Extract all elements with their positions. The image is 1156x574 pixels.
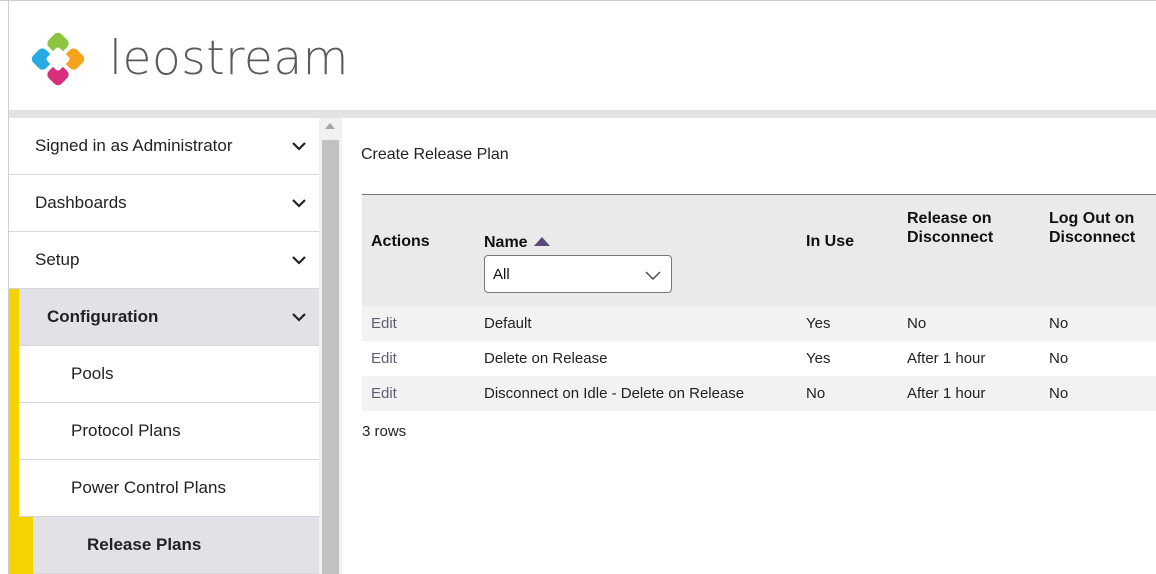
table-row: Edit Delete on Release Yes After 1 hour … [362, 341, 1156, 376]
sidebar-item-release-plans[interactable]: Release Plans [9, 517, 319, 574]
sidebar-item-dashboards[interactable]: Dashboards [9, 175, 319, 232]
cell-name: Default [484, 315, 532, 332]
cell-log-out-on-disconnect: No [1049, 350, 1069, 367]
brand-name: leostream [109, 31, 349, 86]
release-plans-table: Actions Name All In Use Release on Disco… [362, 194, 1156, 440]
chevron-down-icon [292, 199, 306, 208]
table-row: Edit Disconnect on Idle - Delete on Rele… [362, 376, 1156, 411]
sidebar-item-label: Dashboards [35, 193, 127, 212]
cell-release-on-disconnect: After 1 hour [907, 385, 986, 402]
edit-link[interactable]: Edit [371, 315, 397, 332]
sort-ascending-icon[interactable] [533, 237, 550, 246]
sidebar-item-label: Setup [35, 250, 80, 269]
edit-link[interactable]: Edit [371, 350, 397, 367]
table-row: Edit Default Yes No No [362, 306, 1156, 341]
column-header-name-label: Name [484, 234, 528, 251]
active-indicator [9, 289, 19, 346]
cell-in-use: No [806, 385, 826, 402]
sidebar-item-pools[interactable]: Pools [9, 346, 319, 403]
sidebar-scrollbar-thumb[interactable] [322, 140, 339, 574]
cell-in-use: Yes [806, 315, 831, 332]
table-header: Actions Name All In Use Release on Disco… [362, 194, 1156, 306]
header-line: Log Out on [1049, 210, 1135, 227]
header-line: Release on [907, 210, 992, 227]
cell-log-out-on-disconnect: No [1049, 315, 1069, 332]
main-content: Create Release Plan Actions Name All In … [342, 118, 1156, 574]
chevron-down-icon [292, 256, 306, 265]
name-filter-select[interactable]: All [484, 255, 672, 293]
header-line: Disconnect [1049, 229, 1136, 246]
column-header-log-out-on-disconnect: Log Out on Disconnect [1049, 209, 1135, 247]
active-indicator [9, 517, 33, 574]
cell-name: Delete on Release [484, 350, 608, 367]
cell-name: Disconnect on Idle - Delete on Release [484, 385, 745, 402]
sidebar-item-label: Configuration [47, 307, 159, 326]
section-indicator [9, 403, 19, 460]
sidebar-item-protocol-plans[interactable]: Protocol Plans [9, 403, 319, 460]
cell-log-out-on-disconnect: No [1049, 385, 1069, 402]
chevron-down-icon [645, 271, 661, 280]
column-header-release-on-disconnect: Release on Disconnect [907, 209, 993, 247]
row-count: 3 rows [362, 423, 407, 440]
sidebar-item-configuration[interactable]: Configuration [9, 289, 319, 346]
sidebar-item-label: Signed in as Administrator [35, 136, 233, 155]
edit-link[interactable]: Edit [371, 385, 397, 402]
app-header: leostream [9, 1, 1156, 110]
cell-release-on-disconnect: No [907, 315, 927, 332]
chevron-down-icon [292, 313, 306, 322]
name-filter-value: All [493, 266, 510, 283]
section-indicator [9, 460, 19, 517]
column-header-name[interactable]: Name [484, 233, 550, 252]
sidebar-item-label: Pools [71, 364, 114, 383]
sidebar-item-setup[interactable]: Setup [9, 232, 319, 289]
cell-release-on-disconnect: After 1 hour [907, 350, 986, 367]
header-line: Disconnect [907, 229, 994, 246]
header-divider [9, 110, 1156, 118]
column-header-actions: Actions [371, 233, 430, 250]
create-release-plan-link[interactable]: Create Release Plan [361, 146, 509, 164]
sidebar-item-label: Power Control Plans [71, 478, 226, 497]
chevron-down-icon [292, 142, 306, 151]
sidebar-item-power-control-plans[interactable]: Power Control Plans [9, 460, 319, 517]
column-header-in-use: In Use [806, 233, 855, 250]
sidebar-item-label: Release Plans [87, 535, 202, 554]
sidebar-nav: Signed in as Administrator Dashboards Se… [9, 118, 319, 574]
sidebar-item-label: Protocol Plans [71, 421, 181, 440]
section-indicator [9, 346, 19, 403]
sidebar-item-signed-in[interactable]: Signed in as Administrator [9, 118, 319, 175]
scroll-up-arrow-icon[interactable] [325, 123, 335, 129]
leostream-logo-icon[interactable] [31, 27, 85, 91]
cell-in-use: Yes [806, 350, 831, 367]
